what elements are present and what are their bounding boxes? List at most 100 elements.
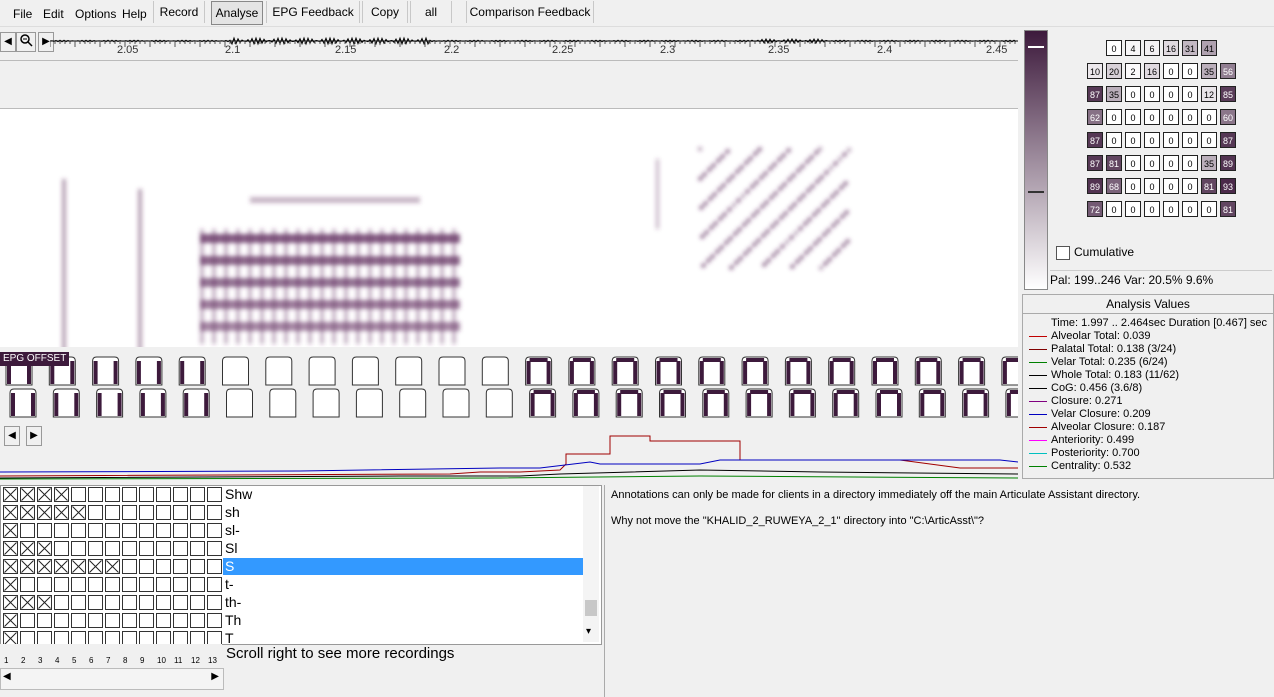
cumulative-checkbox-row[interactable]: Cumulative	[1050, 244, 1274, 264]
recording-checkbox[interactable]	[139, 541, 154, 556]
epg-frame[interactable]	[1001, 356, 1029, 386]
recording-checkbox[interactable]	[139, 577, 154, 592]
recording-checkbox[interactable]	[156, 505, 171, 520]
recording-checkbox[interactable]	[105, 613, 120, 628]
list-item-label[interactable]: th-	[223, 594, 585, 611]
recording-checkbox[interactable]	[139, 595, 154, 610]
recording-checkbox[interactable]	[190, 487, 205, 502]
epg-frame[interactable]	[572, 388, 600, 418]
recording-checkbox[interactable]	[173, 613, 188, 628]
epg-frame[interactable]	[918, 388, 946, 418]
recording-checkbox[interactable]	[156, 631, 171, 644]
recording-checkbox[interactable]	[71, 487, 86, 502]
epg-frame[interactable]	[745, 388, 773, 418]
spectrogram[interactable]	[0, 108, 1018, 347]
epg-frame[interactable]	[351, 356, 379, 386]
recording-checkbox[interactable]	[20, 523, 35, 538]
recording-checkbox[interactable]	[139, 613, 154, 628]
list-item[interactable]: t-	[1, 576, 585, 594]
list-item[interactable]: sl-	[1, 522, 585, 540]
recording-checkbox[interactable]	[105, 595, 120, 610]
epg-frame[interactable]	[615, 388, 643, 418]
recording-checkbox[interactable]	[173, 631, 188, 644]
epg-frame[interactable]	[178, 356, 206, 386]
recording-checkbox[interactable]	[139, 523, 154, 538]
horizontal-scrollbar[interactable]: ◀ ▶	[0, 668, 224, 690]
recording-checkbox[interactable]	[54, 631, 69, 644]
recording-checkbox[interactable]	[54, 541, 69, 556]
epg-frame[interactable]	[568, 356, 596, 386]
recording-checkbox[interactable]	[20, 595, 35, 610]
scroll-left-icon[interactable]: ◀	[0, 32, 16, 52]
epg-frame[interactable]	[698, 356, 726, 386]
recording-checkbox[interactable]	[37, 541, 52, 556]
epg-frame[interactable]	[962, 388, 990, 418]
recording-checkbox[interactable]	[122, 613, 137, 628]
recording-checkbox[interactable]	[190, 559, 205, 574]
recording-checkbox[interactable]	[3, 505, 18, 520]
recording-checkbox[interactable]	[71, 559, 86, 574]
epg-frame[interactable]	[1005, 388, 1033, 418]
epg-frame[interactable]	[92, 356, 120, 386]
recording-checkbox[interactable]	[20, 613, 35, 628]
recording-checkbox[interactable]	[122, 559, 137, 574]
recording-checkbox[interactable]	[71, 541, 86, 556]
recording-checkbox[interactable]	[207, 505, 222, 520]
recording-checkbox[interactable]	[3, 577, 18, 592]
epg-frame[interactable]	[655, 356, 682, 386]
recording-checkbox[interactable]	[173, 523, 188, 538]
scroll-down-icon[interactable]: ▾	[586, 626, 591, 637]
recording-checkbox[interactable]	[156, 595, 171, 610]
annotations-panel[interactable]: Annotations can only be made for clients…	[604, 485, 1274, 697]
recording-checkbox[interactable]	[190, 577, 205, 592]
recording-checkbox[interactable]	[173, 559, 188, 574]
recording-checkbox[interactable]	[190, 523, 205, 538]
recording-checkbox[interactable]	[37, 505, 52, 520]
recording-checkbox[interactable]	[139, 559, 154, 574]
epg-frame[interactable]	[135, 356, 163, 386]
recording-checkbox[interactable]	[190, 613, 205, 628]
epg-frame[interactable]	[875, 388, 903, 418]
recording-checkbox[interactable]	[3, 523, 18, 538]
epg-frame[interactable]	[659, 388, 686, 418]
recording-checkbox[interactable]	[54, 577, 69, 592]
recording-checkbox[interactable]	[54, 523, 69, 538]
recording-checkbox[interactable]	[88, 559, 103, 574]
recording-checkbox[interactable]	[156, 487, 171, 502]
epg-frame[interactable]	[308, 356, 336, 386]
recording-checkbox[interactable]	[37, 595, 52, 610]
recordings-list[interactable]: Shw sh sl- Sl St-th- Th T	[0, 485, 602, 645]
scroll-right-arrow-icon[interactable]: ▶	[211, 671, 219, 682]
epg-frame[interactable]	[485, 388, 513, 418]
recording-checkbox[interactable]	[88, 487, 103, 502]
recording-checkbox[interactable]	[207, 577, 222, 592]
recording-checkbox[interactable]	[3, 559, 18, 574]
recording-checkbox[interactable]	[88, 505, 103, 520]
recording-checkbox[interactable]	[20, 577, 35, 592]
recording-checkbox[interactable]	[54, 487, 69, 502]
epg-frame[interactable]	[395, 356, 423, 386]
recording-checkbox[interactable]	[190, 595, 205, 610]
epg-frame[interactable]	[52, 388, 80, 418]
recording-checkbox[interactable]	[20, 631, 35, 644]
recording-checkbox[interactable]	[3, 595, 18, 610]
recording-checkbox[interactable]	[139, 505, 154, 520]
recording-checkbox[interactable]	[173, 487, 188, 502]
recording-checkbox[interactable]	[20, 505, 35, 520]
epg-frame[interactable]	[269, 388, 297, 418]
zoom-out-icon[interactable]	[16, 32, 36, 52]
recording-checkbox[interactable]	[156, 559, 171, 574]
epg-frame[interactable]	[788, 388, 816, 418]
epg-frame[interactable]	[442, 388, 470, 418]
recording-checkbox[interactable]	[156, 541, 171, 556]
recording-checkbox[interactable]	[20, 487, 35, 502]
recording-checkbox[interactable]	[207, 631, 222, 644]
epg-frame[interactable]	[741, 356, 769, 386]
recording-checkbox[interactable]	[207, 613, 222, 628]
list-item[interactable]: Shw	[1, 486, 585, 504]
list-item-label[interactable]: Th	[223, 612, 585, 629]
recording-checkbox[interactable]	[207, 523, 222, 538]
recording-checkbox[interactable]	[122, 487, 137, 502]
list-item-label[interactable]: S	[223, 558, 585, 575]
recording-checkbox[interactable]	[3, 487, 18, 502]
